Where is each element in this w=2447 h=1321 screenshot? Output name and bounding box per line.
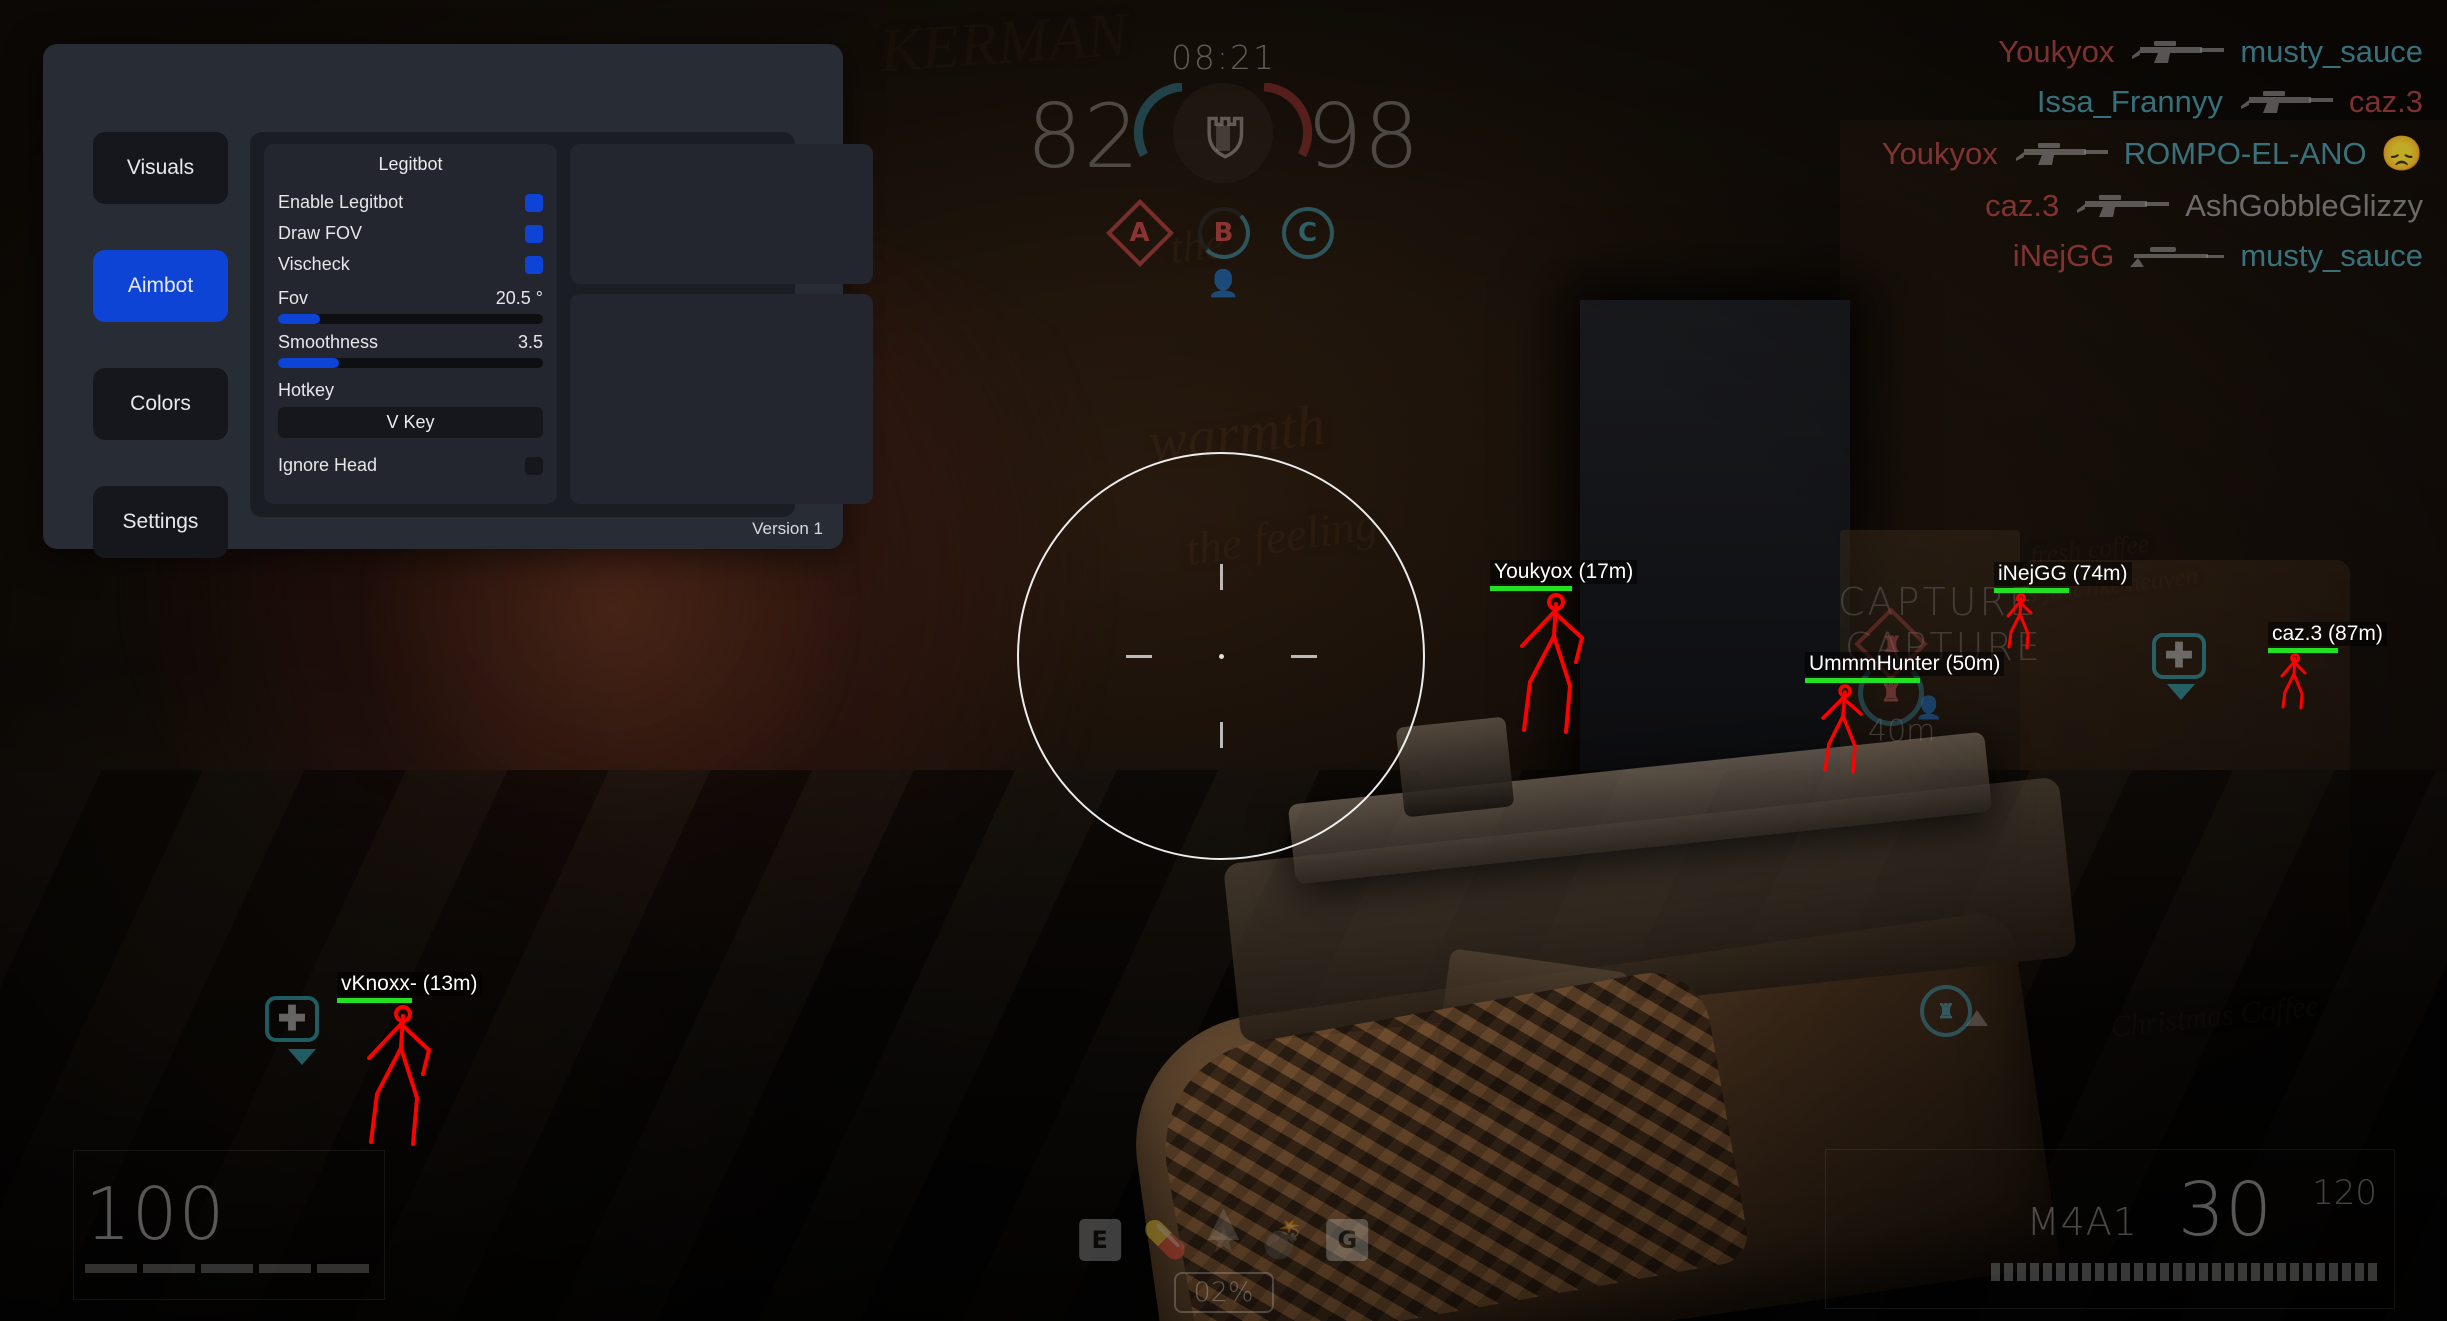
ignore-head-label: Ignore Head: [278, 455, 378, 475]
sidebar-item-label: Visuals: [126, 156, 195, 179]
version-label: Version 1: [752, 519, 823, 538]
slider-list: Fov 20.5 ° Smoothness 3.5: [278, 288, 543, 368]
sidebar-item-colors[interactable]: Colors: [93, 368, 228, 440]
toggle-row: Draw FOV: [278, 218, 543, 249]
slider-fill: [278, 314, 321, 324]
slider-fill: [278, 358, 339, 368]
menu-side-card-bottom: [570, 294, 873, 504]
menu-content-area: Legitbot Enable Legitbot Draw FOV Vischeck…: [250, 132, 873, 517]
sidebar-item-settings[interactable]: Settings: [93, 486, 228, 558]
toggle-vischeck[interactable]: [525, 255, 543, 274]
slider-header: Smoothness 3.5: [278, 332, 543, 353]
toggle-enable-legitbot[interactable]: [525, 193, 543, 212]
slider-label: Smoothness: [278, 332, 379, 352]
background-checker-floor: [0, 770, 2447, 1321]
slider-track[interactable]: [278, 314, 543, 324]
sidebar-item-label: Settings: [122, 510, 199, 533]
slider-label: Fov: [278, 288, 309, 308]
hotkey-label: Hotkey: [278, 380, 335, 400]
hotkey-button[interactable]: V Key: [278, 407, 543, 438]
ignore-head-row: Ignore Head: [278, 450, 543, 481]
panel-title: Legitbot: [378, 154, 443, 174]
slider-value: 20.5 °: [495, 288, 543, 308]
sidebar-item-label: Aimbot: [127, 274, 194, 297]
menu-side-card-top: [570, 144, 873, 284]
toggle-label: Vischeck: [278, 254, 350, 274]
toggle-row: Vischeck: [278, 249, 543, 280]
sidebar-item-visuals[interactable]: Visuals: [93, 132, 228, 204]
toggle-label: Draw FOV: [278, 223, 363, 243]
slider-fov[interactable]: Fov 20.5 °: [278, 288, 543, 324]
menu-sidebar: Visuals Aimbot Colors Settings: [93, 132, 228, 558]
sidebar-item-label: Colors: [130, 392, 191, 415]
slider-value: 3.5: [517, 332, 543, 352]
toggle-list: Enable Legitbot Draw FOV Vischeck: [278, 187, 543, 280]
toggle-row: Enable Legitbot: [278, 187, 543, 218]
slider-track[interactable]: [278, 358, 543, 368]
toggle-draw-fov[interactable]: [525, 224, 543, 243]
slider-header: Fov 20.5 °: [278, 288, 543, 309]
legitbot-panel: Legitbot Enable Legitbot Draw FOV Vischeck…: [264, 144, 557, 504]
toggle-ignore-head[interactable]: [525, 456, 543, 475]
slider-smoothness[interactable]: Smoothness 3.5: [278, 332, 543, 368]
sidebar-item-aimbot[interactable]: Aimbot: [93, 250, 228, 322]
cheat-menu-window[interactable]: Visuals Aimbot Colors Settings Legitbot Ena…: [43, 44, 873, 558]
toggle-label: Enable Legitbot: [278, 192, 404, 212]
